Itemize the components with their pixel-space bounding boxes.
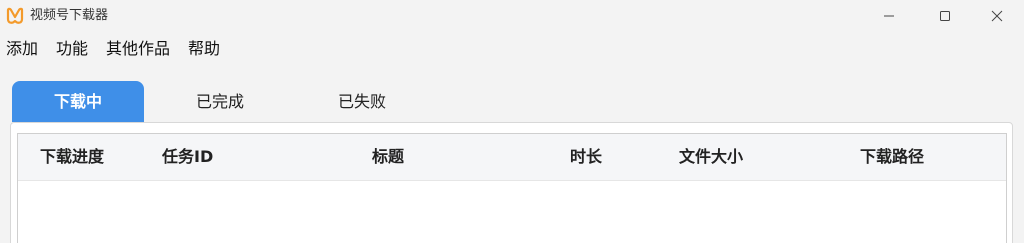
minimize-button[interactable] xyxy=(866,0,912,33)
tab-bar: 下载中 已完成 已失败 xyxy=(12,81,512,122)
close-icon xyxy=(991,7,1003,26)
menu-item-help[interactable]: 帮助 xyxy=(188,36,220,62)
column-header-task-id[interactable]: 任务ID xyxy=(162,134,213,180)
column-header-file-size[interactable]: 文件大小 xyxy=(679,134,743,180)
tab-panel: 下载进度 任务ID 标题 时长 文件大小 下载路径 xyxy=(10,122,1013,243)
maximize-icon xyxy=(939,7,951,26)
menu-item-features[interactable]: 功能 xyxy=(56,36,88,62)
column-header-duration[interactable]: 时长 xyxy=(570,134,602,180)
menu-item-add[interactable]: 添加 xyxy=(6,36,38,62)
column-header-download-path[interactable]: 下载路径 xyxy=(860,134,924,180)
tab-failed[interactable]: 已失败 xyxy=(296,81,428,122)
title-bar[interactable]: 视频号下载器 xyxy=(0,0,1024,33)
app-logo-icon xyxy=(6,7,24,25)
download-table: 下载进度 任务ID 标题 时长 文件大小 下载路径 xyxy=(17,133,1007,243)
menu-bar: 添加 功能 其他作品 帮助 xyxy=(0,36,232,62)
maximize-button[interactable] xyxy=(922,0,968,33)
app-window: 视频号下载器 添加 功能 其他作品 帮助 下载中 已完成 已失败 下载进度 任务… xyxy=(0,0,1024,243)
window-title: 视频号下载器 xyxy=(30,8,109,23)
minimize-icon xyxy=(883,7,895,26)
table-header: 下载进度 任务ID 标题 时长 文件大小 下载路径 xyxy=(18,134,1006,181)
menu-item-other-works[interactable]: 其他作品 xyxy=(106,36,170,62)
tab-downloading[interactable]: 下载中 xyxy=(12,81,144,122)
column-header-title[interactable]: 标题 xyxy=(372,134,404,180)
tab-completed[interactable]: 已完成 xyxy=(154,81,286,122)
close-button[interactable] xyxy=(974,0,1020,33)
column-header-progress[interactable]: 下载进度 xyxy=(40,134,104,180)
